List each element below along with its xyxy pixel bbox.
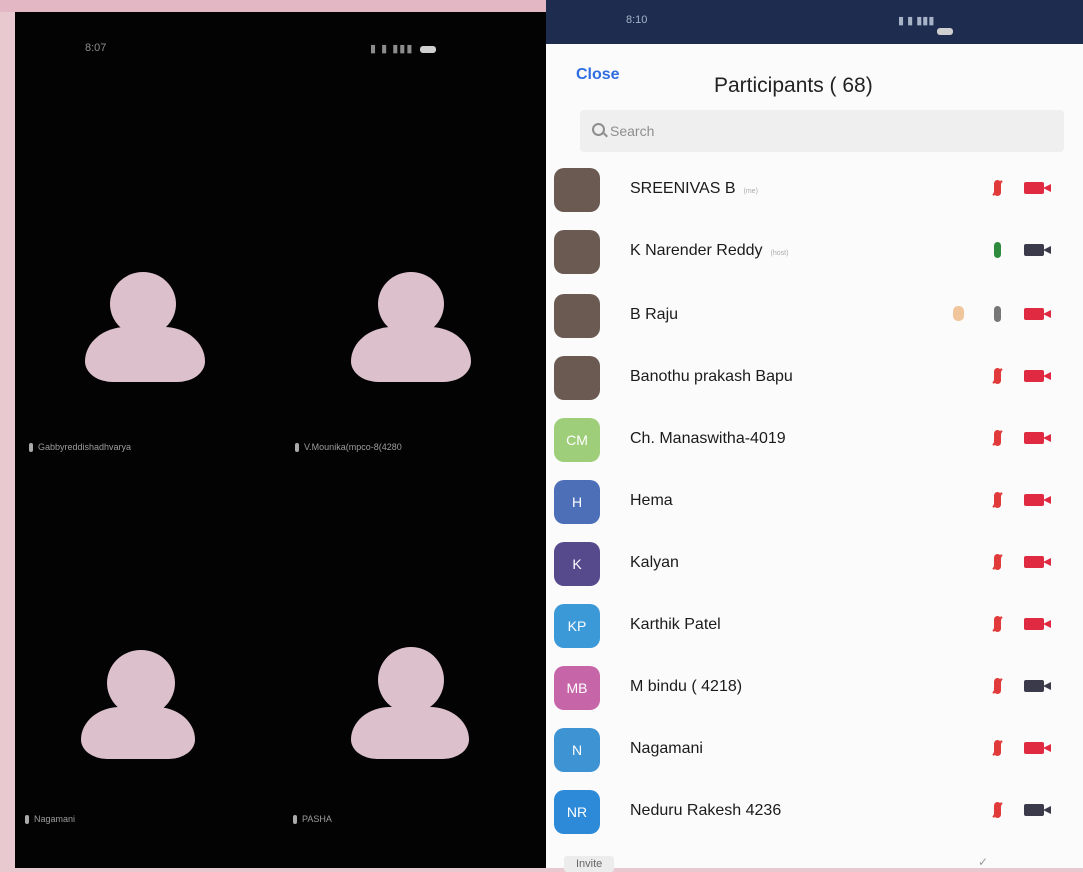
camera-icon[interactable]: [1024, 804, 1051, 816]
participant-row[interactable]: B Raju: [546, 286, 1083, 348]
participant-name: K Narender Reddy (host): [630, 242, 789, 259]
more-icon[interactable]: ✓: [978, 855, 988, 869]
mic-icon: [293, 815, 297, 825]
mic-icon: [25, 815, 29, 825]
participant-row[interactable]: Banothu prakash Bapu: [546, 348, 1083, 410]
participant-row[interactable]: CM Ch. Manaswitha-4019: [546, 410, 1083, 472]
participant-name-label: Gabbyreddishadhvarya: [29, 442, 131, 453]
search-placeholder: Search: [610, 123, 655, 139]
participant-row[interactable]: KP Karthik Patel: [546, 596, 1083, 658]
avatar-placeholder-icon: [378, 647, 444, 713]
camera-off-icon[interactable]: [1024, 618, 1051, 630]
close-button[interactable]: Close: [576, 66, 620, 84]
camera-off-icon[interactable]: [1024, 432, 1051, 444]
avatar-placeholder-icon: [85, 327, 205, 382]
participant-row[interactable]: NR Neduru Rakesh 4236: [546, 782, 1083, 844]
video-grid-screen: 8:07 ▮ ▮ ▮▮▮ Gabbyreddishadhvarya V.Moun…: [15, 12, 550, 868]
mic-icon: [295, 443, 299, 453]
camera-off-icon[interactable]: [1024, 494, 1051, 506]
invite-button[interactable]: Invite: [564, 856, 615, 872]
participant-row[interactable]: MB M bindu ( 4218): [546, 658, 1083, 720]
status-icons: ▮ ▮ ▮▮▮: [370, 42, 437, 55]
participant-row[interactable]: SREENIVAS B (me): [546, 160, 1083, 222]
participant-row[interactable]: N Nagamani: [546, 720, 1083, 782]
avatar: K: [554, 542, 600, 586]
mic-icon: [29, 443, 33, 453]
mic-muted-icon[interactable]: [994, 368, 1001, 384]
camera-icon[interactable]: [1024, 244, 1051, 256]
camera-off-icon[interactable]: [1024, 182, 1051, 194]
status-bar: 8:10 ▮ ▮ ▮▮▮: [546, 0, 1083, 44]
participant-name: Neduru Rakesh 4236: [630, 802, 782, 819]
participant-name: Kalyan: [630, 554, 679, 571]
mic-muted-icon[interactable]: [994, 180, 1001, 196]
page-title: Participants ( 68): [714, 74, 873, 97]
battery-icon: [937, 28, 954, 35]
search-icon: [592, 123, 605, 136]
video-tile[interactable]: PASHA: [283, 452, 543, 832]
avatar: CM: [554, 418, 600, 462]
camera-icon[interactable]: [1024, 680, 1051, 692]
camera-off-icon[interactable]: [1024, 742, 1051, 754]
video-tile[interactable]: Gabbyreddishadhvarya: [15, 72, 275, 453]
mic-muted-icon[interactable]: [994, 740, 1001, 756]
participant-name: SREENIVAS B (me): [630, 180, 758, 197]
mic-muted-icon[interactable]: [994, 430, 1001, 446]
avatar: [554, 294, 600, 338]
avatar: N: [554, 728, 600, 772]
participant-name: Banothu prakash Bapu: [630, 368, 793, 385]
participant-row[interactable]: K Narender Reddy (host): [546, 222, 1083, 284]
participant-name: M bindu ( 4218): [630, 678, 743, 695]
avatar: [554, 168, 600, 212]
mic-icon[interactable]: [994, 306, 1001, 322]
avatar: KP: [554, 604, 600, 648]
raise-hand-icon: [953, 306, 964, 321]
participant-row[interactable]: H Hema: [546, 472, 1083, 534]
participant-name: Ch. Manaswitha-4019: [630, 430, 786, 447]
participant-name: Hema: [630, 492, 673, 509]
avatar-placeholder-icon: [351, 707, 469, 759]
avatar: H: [554, 480, 600, 524]
avatar-placeholder-icon: [351, 327, 471, 382]
participant-role-tag: (me): [743, 188, 758, 195]
participant-name: Nagamani: [630, 740, 703, 757]
camera-off-icon[interactable]: [1024, 556, 1051, 568]
status-time: 8:10: [626, 14, 648, 26]
mic-muted-icon[interactable]: [994, 616, 1001, 632]
status-time: 8:07: [85, 42, 107, 54]
participant-name: Karthik Patel: [630, 616, 721, 633]
search-input[interactable]: Search: [580, 110, 1064, 152]
avatar: MB: [554, 666, 600, 710]
mic-muted-icon[interactable]: [994, 554, 1001, 570]
mic-muted-icon[interactable]: [994, 802, 1001, 818]
video-tile[interactable]: V.Mounika(mpco-8(4280: [283, 72, 543, 453]
status-icons: ▮ ▮ ▮▮▮: [898, 14, 954, 35]
avatar: [554, 356, 600, 400]
participant-name: B Raju: [630, 306, 679, 323]
mic-muted-icon[interactable]: [994, 492, 1001, 508]
camera-off-icon[interactable]: [1024, 308, 1051, 320]
participant-name-label: PASHA: [293, 814, 332, 825]
participant-name-label: Nagamani: [25, 814, 75, 825]
background-strip: [0, 0, 560, 12]
participant-role-tag: (host): [770, 250, 789, 257]
battery-icon: [420, 45, 437, 53]
participant-row[interactable]: K Kalyan: [546, 534, 1083, 596]
camera-off-icon[interactable]: [1024, 370, 1051, 382]
mic-icon[interactable]: [994, 242, 1001, 258]
avatar: NR: [554, 790, 600, 834]
avatar-placeholder-icon: [81, 707, 195, 759]
avatar: [554, 230, 600, 274]
mic-muted-icon[interactable]: [994, 678, 1001, 694]
participant-name-label: V.Mounika(mpco-8(4280: [295, 442, 402, 453]
video-tile[interactable]: Nagamani: [15, 452, 275, 832]
participants-screen: 8:10 ▮ ▮ ▮▮▮ Close Participants ( 68) Se…: [546, 0, 1083, 872]
